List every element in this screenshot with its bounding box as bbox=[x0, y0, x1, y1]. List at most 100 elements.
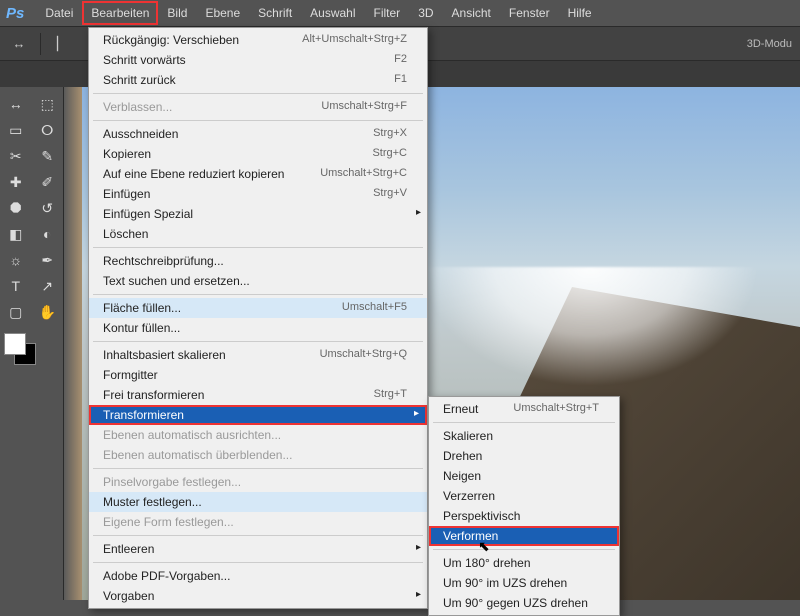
menu-item-frei-transformieren[interactable]: Frei transformierenStrg+T bbox=[89, 385, 427, 405]
menu-item-label: Ausschneiden bbox=[103, 127, 178, 141]
menu-item-shortcut: Umschalt+Strg+F bbox=[321, 100, 407, 114]
mode-label: 3D-Modu bbox=[747, 38, 800, 50]
menu-separator bbox=[93, 247, 423, 248]
menu-item-einf-gen[interactable]: EinfügenStrg+V bbox=[89, 184, 427, 204]
type-tool[interactable]: T bbox=[1, 274, 31, 298]
heal-tool[interactable]: ✚ bbox=[1, 170, 31, 194]
menu-ebene[interactable]: Ebene bbox=[196, 1, 249, 25]
menu-item-eigene-form-festlegen: Eigene Form festlegen... bbox=[89, 512, 427, 532]
menu-item-um-90-im-uzs-drehen[interactable]: Um 90° im UZS drehen bbox=[429, 573, 619, 593]
menu-separator bbox=[93, 93, 423, 94]
menu-schrift[interactable]: Schrift bbox=[249, 1, 301, 25]
menubar: Ps DateiBearbeitenBildEbeneSchriftAuswah… bbox=[0, 0, 800, 27]
artboard-tool[interactable]: ⬚ bbox=[33, 92, 63, 116]
menu-item-shortcut: Umschalt+Strg+C bbox=[320, 167, 407, 181]
menu-item-label: Inhaltsbasiert skalieren bbox=[103, 348, 226, 362]
menu-item-label: Löschen bbox=[103, 227, 148, 241]
menu-separator bbox=[93, 468, 423, 469]
menu-item-drehen[interactable]: Drehen bbox=[429, 446, 619, 466]
menu-item-fl-che-f-llen[interactable]: Fläche füllen...Umschalt+F5 bbox=[89, 298, 427, 318]
menu-filter[interactable]: Filter bbox=[365, 1, 410, 25]
menu-item-auf-eine-ebene-reduziert-kopieren[interactable]: Auf eine Ebene reduziert kopierenUmschal… bbox=[89, 164, 427, 184]
menu-separator bbox=[93, 535, 423, 536]
menu-item-label: Muster festlegen... bbox=[103, 495, 202, 509]
eraser-tool[interactable]: ◧ bbox=[1, 222, 31, 246]
menu-item-verzerren[interactable]: Verzerren bbox=[429, 486, 619, 506]
menu-bild[interactable]: Bild bbox=[158, 1, 196, 25]
menu-auswahl[interactable]: Auswahl bbox=[301, 1, 364, 25]
menu-item-l-schen[interactable]: Löschen bbox=[89, 224, 427, 244]
pen-tool[interactable]: ✒ bbox=[33, 248, 63, 272]
crop-tool[interactable]: ✂ bbox=[1, 144, 31, 168]
menu-item-label: Transformieren bbox=[103, 408, 184, 422]
menu-item-label: Skalieren bbox=[443, 429, 493, 443]
menu-item-label: Rückgängig: Verschieben bbox=[103, 33, 239, 47]
menu-bearbeiten[interactable]: Bearbeiten bbox=[82, 1, 158, 25]
menu-hilfe[interactable]: Hilfe bbox=[559, 1, 601, 25]
path-tool[interactable]: ↗ bbox=[33, 274, 63, 298]
menu-item-label: Ebenen automatisch ausrichten... bbox=[103, 428, 281, 442]
menu-datei[interactable]: Datei bbox=[36, 1, 82, 25]
menu-item-label: Drehen bbox=[443, 449, 482, 463]
menu-item-label: Frei transformieren bbox=[103, 388, 204, 402]
menu-item-r-ckg-ngig-verschieben[interactable]: Rückgängig: VerschiebenAlt+Umschalt+Strg… bbox=[89, 30, 427, 50]
menu-item-verformen[interactable]: Verformen bbox=[429, 526, 619, 546]
history-tool[interactable]: ↺ bbox=[33, 196, 63, 220]
menu-item-adobe-pdf-vorgaben[interactable]: Adobe PDF-Vorgaben... bbox=[89, 566, 427, 586]
menu-item-skalieren[interactable]: Skalieren bbox=[429, 426, 619, 446]
menu-item-shortcut: Strg+C bbox=[372, 147, 407, 161]
menu-item-formgitter[interactable]: Formgitter bbox=[89, 365, 427, 385]
menu-item-perspektivisch[interactable]: Perspektivisch bbox=[429, 506, 619, 526]
menu-item-kontur-f-llen[interactable]: Kontur füllen... bbox=[89, 318, 427, 338]
menu-item-inhaltsbasiert-skalieren[interactable]: Inhaltsbasiert skalierenUmschalt+Strg+Q bbox=[89, 345, 427, 365]
menu-item-shortcut: Umschalt+F5 bbox=[342, 301, 407, 315]
color-swatches[interactable] bbox=[4, 333, 59, 365]
menu-item-neigen[interactable]: Neigen bbox=[429, 466, 619, 486]
menu-separator bbox=[93, 562, 423, 563]
menu-item-label: Ebenen automatisch überblenden... bbox=[103, 448, 292, 462]
hand-tool[interactable]: ✋ bbox=[33, 300, 63, 324]
menu-item-label: Um 90° gegen UZS drehen bbox=[443, 596, 588, 610]
brush-tool[interactable]: ✐ bbox=[33, 170, 63, 194]
menu-item-einf-gen-spezial[interactable]: Einfügen Spezial bbox=[89, 204, 427, 224]
menu-item-um-90-gegen-uzs-drehen[interactable]: Um 90° gegen UZS drehen bbox=[429, 593, 619, 613]
menu-3d[interactable]: 3D bbox=[409, 1, 442, 25]
shape-tool[interactable]: ▢ bbox=[1, 300, 31, 324]
menu-separator bbox=[433, 549, 615, 550]
menu-separator bbox=[93, 294, 423, 295]
menu-item-label: Pinselvorgabe festlegen... bbox=[103, 475, 241, 489]
menu-item-schritt-vorw-rts[interactable]: Schritt vorwärtsF2 bbox=[89, 50, 427, 70]
move-tool-icon[interactable]: ↔ bbox=[6, 33, 32, 55]
lasso-tool[interactable]: ⵔ bbox=[33, 118, 63, 142]
menu-item-transformieren[interactable]: Transformieren bbox=[89, 405, 427, 425]
stamp-tool[interactable]: ⯃ bbox=[1, 196, 31, 220]
marquee-tool[interactable]: ▭ bbox=[1, 118, 31, 142]
menu-item-label: Neigen bbox=[443, 469, 481, 483]
menu-item-muster-festlegen[interactable]: Muster festlegen... bbox=[89, 492, 427, 512]
dodge-tool[interactable]: ☼ bbox=[1, 248, 31, 272]
align-left-icon[interactable]: ▏ bbox=[49, 33, 75, 55]
foreground-swatch[interactable] bbox=[4, 333, 26, 355]
eyedrop-tool[interactable]: ✎ bbox=[33, 144, 63, 168]
menu-item-vorgaben[interactable]: Vorgaben bbox=[89, 586, 427, 606]
menu-fenster[interactable]: Fenster bbox=[500, 1, 559, 25]
menu-item-schritt-zur-ck[interactable]: Schritt zurückF1 bbox=[89, 70, 427, 90]
menu-item-erneut[interactable]: ErneutUmschalt+Strg+T bbox=[429, 399, 619, 419]
canvas-image-waterfall bbox=[420, 267, 760, 387]
menu-item-label: Kopieren bbox=[103, 147, 151, 161]
menu-item-text-suchen-und-ersetzen[interactable]: Text suchen und ersetzen... bbox=[89, 271, 427, 291]
menu-separator bbox=[93, 341, 423, 342]
menu-item-um-180-drehen[interactable]: Um 180° drehen bbox=[429, 553, 619, 573]
move-tool[interactable]: ↔ bbox=[1, 92, 31, 116]
menu-item-label: Entleeren bbox=[103, 542, 154, 556]
menu-item-shortcut: Umschalt+Strg+T bbox=[513, 402, 599, 416]
toolbox: ↔⬚▭ⵔ✂✎✚✐⯃↺◧◐☼✒T↗▢✋ bbox=[0, 87, 64, 600]
menu-item-ausschneiden[interactable]: AusschneidenStrg+X bbox=[89, 124, 427, 144]
menu-ansicht[interactable]: Ansicht bbox=[443, 1, 500, 25]
gradient-tool[interactable]: ◐ bbox=[33, 222, 63, 246]
menu-item-rechtschreibpr-fung[interactable]: Rechtschreibprüfung... bbox=[89, 251, 427, 271]
menu-item-entleeren[interactable]: Entleeren bbox=[89, 539, 427, 559]
menu-item-label: Verformen bbox=[443, 529, 498, 543]
menu-item-kopieren[interactable]: Kopieren Strg+C bbox=[89, 144, 427, 164]
menu-item-shortcut: Strg+V bbox=[373, 187, 407, 201]
